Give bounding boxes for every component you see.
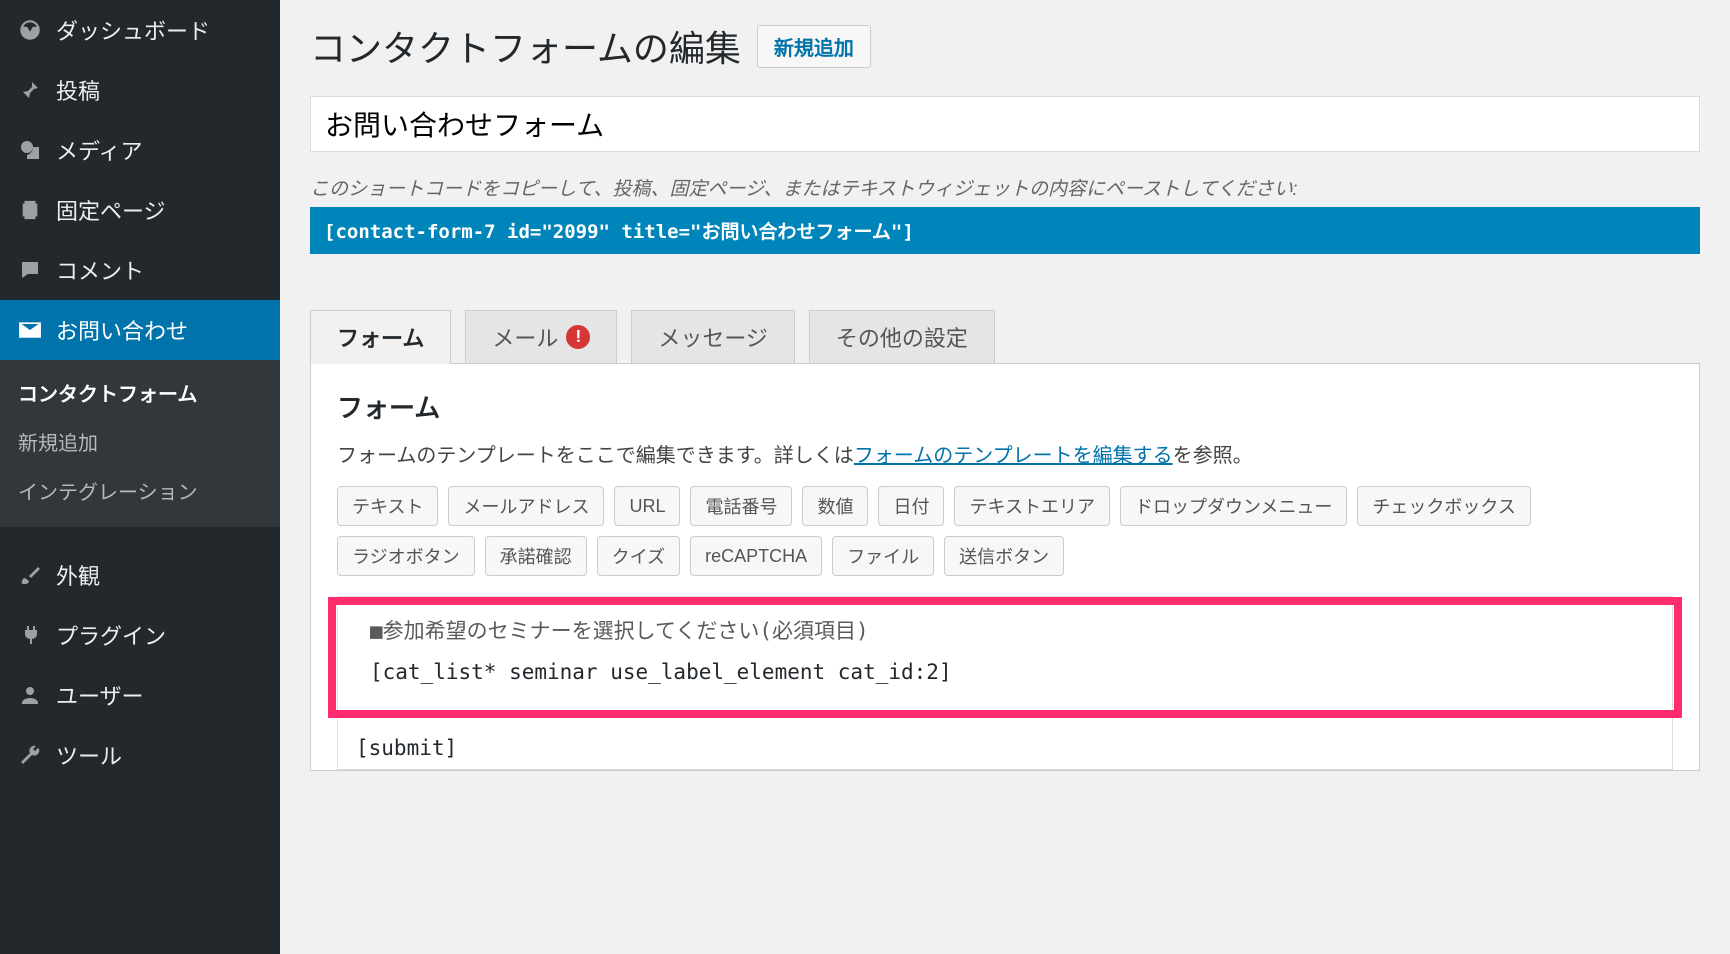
template-docs-link[interactable]: フォームのテンプレートを編集する	[854, 443, 1173, 467]
sidebar-item-label: ツール	[56, 739, 122, 771]
tag-buttons-row: テキスト メールアドレス URL 電話番号 数値 日付 テキストエリア ドロップ…	[337, 486, 1673, 576]
tag-button-textarea[interactable]: テキストエリア	[954, 486, 1109, 526]
editor-line-label: ■参加希望のセミナーを選択してください(必須項目)	[352, 611, 1658, 652]
comment-icon	[16, 256, 44, 284]
plugin-icon	[16, 621, 44, 649]
editor-line-submit: [submit]	[338, 728, 1672, 769]
tag-button-checkbox[interactable]: チェックボックス	[1357, 486, 1530, 526]
tag-button-date[interactable]: 日付	[878, 486, 944, 526]
shortcode-display[interactable]: [contact-form-7 id="2099" title="お問い合わせフ…	[310, 207, 1700, 254]
desc-text: フォームのテンプレートをここで編集できます。詳しくは	[337, 443, 854, 467]
sidebar-item-users[interactable]: ユーザー	[0, 665, 280, 725]
tag-button-number[interactable]: 数値	[802, 486, 868, 526]
form-template-editor[interactable]: ■参加希望のセミナーを選択してください(必須項目) [cat_list* sem…	[337, 596, 1673, 770]
tab-label: メール	[492, 321, 558, 353]
pin-icon	[16, 76, 44, 104]
tag-button-tel[interactable]: 電話番号	[690, 486, 792, 526]
sidebar-item-label: コメント	[56, 254, 144, 286]
user-icon	[16, 681, 44, 709]
tag-button-text[interactable]: テキスト	[337, 486, 438, 526]
sidebar-item-label: お問い合わせ	[56, 314, 188, 346]
tag-button-submit[interactable]: 送信ボタン	[944, 536, 1064, 576]
sidebar-item-pages[interactable]: 固定ページ	[0, 180, 280, 240]
wrench-icon	[16, 741, 44, 769]
main-content: コンタクトフォームの編集 新規追加 このショートコードをコピーして、投稿、固定ペ…	[280, 0, 1730, 954]
tag-button-quiz[interactable]: クイズ	[597, 536, 680, 576]
alert-icon: !	[566, 325, 590, 349]
form-title-input[interactable]	[310, 96, 1700, 152]
editor-blank-line	[338, 718, 1672, 728]
tag-button-file[interactable]: ファイル	[832, 536, 934, 576]
sidebar-item-dashboard[interactable]: ダッシュボード	[0, 0, 280, 60]
desc-text: を参照。	[1173, 443, 1253, 467]
admin-sidebar: ダッシュボード 投稿 メディア 固定ページ コメント	[0, 0, 280, 954]
tab-mail[interactable]: メール !	[465, 310, 617, 364]
sidebar-item-comments[interactable]: コメント	[0, 240, 280, 300]
tag-button-dropdown[interactable]: ドロップダウンメニュー	[1120, 486, 1347, 526]
add-new-button[interactable]: 新規追加	[757, 25, 871, 68]
tab-label: メッセージ	[658, 321, 768, 353]
sidebar-item-media[interactable]: メディア	[0, 120, 280, 180]
tab-form[interactable]: フォーム	[310, 310, 451, 364]
tab-messages[interactable]: メッセージ	[631, 310, 795, 364]
tab-label: フォーム	[337, 321, 424, 353]
sidebar-item-label: プラグイン	[56, 619, 166, 651]
submenu-item-integration[interactable]: インテグレーション	[0, 466, 280, 515]
sidebar-item-plugins[interactable]: プラグイン	[0, 605, 280, 665]
sidebar-item-contact[interactable]: お問い合わせ	[0, 300, 280, 360]
tag-button-recaptcha[interactable]: reCAPTCHA	[690, 536, 822, 576]
tab-label: その他の設定	[836, 321, 968, 353]
sidebar-item-label: メディア	[56, 134, 142, 166]
sidebar-submenu: コンタクトフォーム 新規追加 インテグレーション	[0, 360, 280, 527]
tag-button-email[interactable]: メールアドレス	[448, 486, 604, 526]
tabs: フォーム メール ! メッセージ その他の設定	[310, 310, 1700, 364]
sidebar-item-label: ユーザー	[56, 679, 144, 711]
sidebar-item-posts[interactable]: 投稿	[0, 60, 280, 120]
tag-button-url[interactable]: URL	[614, 486, 680, 526]
tag-button-acceptance[interactable]: 承諾確認	[485, 536, 587, 576]
sidebar-separator	[0, 527, 280, 545]
sidebar-item-label: 固定ページ	[56, 194, 166, 226]
editor-line-catlist: [cat_list* seminar use_label_element cat…	[352, 652, 1658, 693]
sidebar-item-label: 投稿	[56, 74, 100, 106]
sidebar-item-appearance[interactable]: 外観	[0, 545, 280, 605]
panel-heading: フォーム	[337, 388, 1673, 425]
shortcode-note: このショートコードをコピーして、投稿、固定ページ、またはテキストウィジェットの内…	[310, 174, 1700, 201]
submenu-item-add-new[interactable]: 新規追加	[0, 417, 280, 466]
highlight-annotation: ■参加希望のセミナーを選択してください(必須項目) [cat_list* sem…	[328, 597, 1682, 718]
media-icon	[16, 136, 44, 164]
sidebar-item-tools[interactable]: ツール	[0, 725, 280, 785]
sidebar-item-label: ダッシュボード	[56, 14, 210, 46]
sidebar-item-label: 外観	[56, 559, 100, 591]
page-title: コンタクトフォームの編集	[310, 20, 741, 72]
mail-icon	[16, 316, 44, 344]
dashboard-icon	[16, 16, 44, 44]
tab-additional-settings[interactable]: その他の設定	[809, 310, 995, 364]
brush-icon	[16, 561, 44, 589]
form-panel: フォーム フォームのテンプレートをここで編集できます。詳しくはフォームのテンプレ…	[310, 363, 1700, 771]
submenu-item-contact-forms[interactable]: コンタクトフォーム	[0, 368, 280, 417]
tag-button-radio[interactable]: ラジオボタン	[337, 536, 475, 576]
panel-description: フォームのテンプレートをここで編集できます。詳しくはフォームのテンプレートを編集…	[337, 439, 1673, 468]
page-icon	[16, 196, 44, 224]
